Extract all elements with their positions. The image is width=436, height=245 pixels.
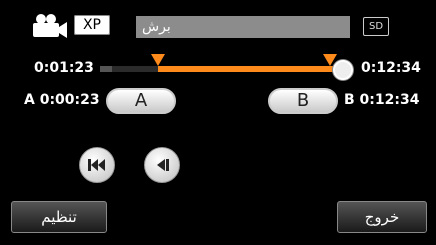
video-camera-icon — [30, 14, 68, 38]
point-a-time: 0:00:23 — [39, 92, 100, 108]
end-time: 0:12:34 — [361, 60, 421, 76]
timeline-selection — [158, 66, 338, 72]
screen: XP برش SD 0:01:23 0:12:34 A 0:00:23 A B … — [0, 0, 436, 245]
quality-badge: XP — [74, 15, 110, 35]
point-b-readout: B 0:12:34 — [344, 92, 419, 108]
skip-back-button[interactable] — [79, 147, 115, 183]
marker-b-icon — [323, 51, 337, 66]
set-b-button[interactable]: B — [268, 88, 338, 114]
set-a-button[interactable]: A — [106, 88, 176, 114]
page-title: برش — [136, 16, 350, 38]
point-a-label: A — [24, 92, 35, 108]
media-badge: SD — [363, 17, 389, 36]
settings-button[interactable]: تنظیم — [11, 201, 107, 233]
skip-back-icon — [88, 159, 105, 171]
playhead-handle[interactable] — [333, 60, 353, 80]
frame-back-icon — [157, 159, 169, 171]
point-b-label: B — [344, 92, 355, 108]
frame-back-button[interactable] — [144, 147, 180, 183]
timeline-progress — [100, 66, 112, 72]
exit-button[interactable]: خروج — [337, 201, 427, 233]
point-a-readout: A 0:00:23 — [24, 92, 100, 108]
current-time: 0:01:23 — [34, 60, 94, 76]
point-b-time: 0:12:34 — [359, 92, 420, 108]
marker-a-icon — [151, 51, 165, 66]
